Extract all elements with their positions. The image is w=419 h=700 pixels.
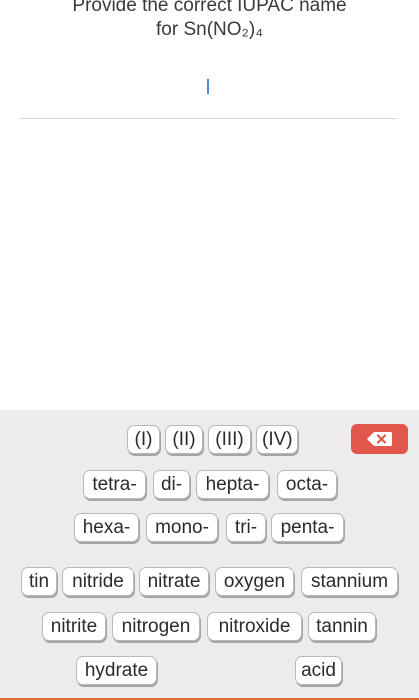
key-tannin[interactable]: tannin (308, 612, 376, 641)
key-tin[interactable]: tin (21, 567, 57, 596)
key-tetra[interactable]: tetra- (83, 470, 146, 499)
key-di[interactable]: di- (153, 470, 190, 499)
key-nitrite[interactable]: nitrite (42, 612, 106, 641)
delete-button[interactable] (351, 424, 408, 454)
key-octa[interactable]: octa- (277, 470, 337, 499)
key-iii[interactable]: (III) (208, 425, 251, 454)
key-nitroxide[interactable]: nitroxide (207, 612, 302, 641)
question-line-2: for Sn(NO₂)₄ (156, 19, 263, 40)
question-text: Provide the correct IUPAC name for Sn(NO… (0, 0, 419, 42)
key-nitride[interactable]: nitride (62, 567, 134, 596)
key-mono[interactable]: mono- (146, 513, 218, 542)
key-nitrogen[interactable]: nitrogen (112, 612, 200, 641)
key-stannium[interactable]: stannium (301, 567, 398, 596)
key-hydrate[interactable]: hydrate (76, 656, 157, 685)
text-cursor (207, 79, 209, 94)
key-acid[interactable]: acid (295, 656, 342, 685)
backspace-icon (367, 432, 392, 446)
question-line-1: Provide the correct IUPAC name (72, 0, 347, 16)
answer-input[interactable] (20, 60, 397, 119)
key-hepta[interactable]: hepta- (196, 470, 269, 499)
key-ii[interactable]: (II) (165, 425, 203, 454)
key-oxygen[interactable]: oxygen (215, 567, 294, 596)
key-i[interactable]: (I) (127, 425, 160, 454)
key-nitrate[interactable]: nitrate (139, 567, 209, 596)
key-tri[interactable]: tri- (226, 513, 266, 542)
key-hexa[interactable]: hexa- (74, 513, 139, 542)
key-iv[interactable]: (IV) (256, 425, 298, 454)
key-penta[interactable]: penta- (271, 513, 344, 542)
